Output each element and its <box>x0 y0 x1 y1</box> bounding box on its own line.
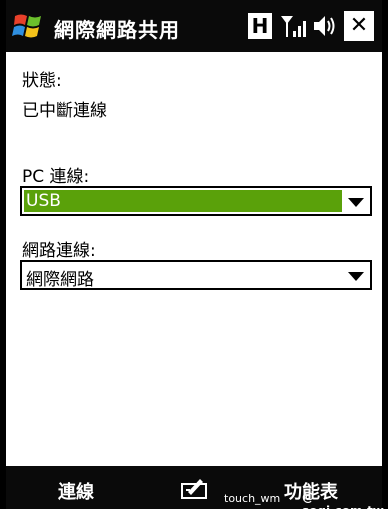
status-value: 已中斷連線 <box>22 101 107 121</box>
screen: 網際網路共用 H ✕ 狀態: 已中斷連線 PC 連線: USB 網路連線: 網際… <box>0 0 388 509</box>
windows-start-icon[interactable] <box>12 11 44 41</box>
watermark-left: touch_wm <box>224 492 281 505</box>
network-connection-value: 網際網路 <box>26 270 94 290</box>
soft-key-bar: 連線 功能表 touch_wm @ sogi.com.tw <box>6 466 384 509</box>
signal-strength-icon[interactable] <box>280 13 308 39</box>
chevron-down-icon <box>348 272 364 281</box>
pc-connection-dropdown[interactable]: USB <box>20 186 372 216</box>
speaker-icon[interactable] <box>312 13 338 39</box>
network-connection-dropdown[interactable]: 網際網路 <box>20 260 372 290</box>
connect-softkey[interactable]: 連線 <box>58 478 94 504</box>
hsdpa-icon[interactable]: H <box>248 13 272 39</box>
status-label: 狀態: <box>22 71 62 91</box>
watermark-right: @ sogi.com.tw <box>302 490 384 509</box>
chevron-down-icon <box>348 198 364 207</box>
network-connection-label: 網路連線: <box>22 241 96 261</box>
app-title: 網際網路共用 <box>54 18 180 42</box>
selection-highlight <box>24 190 342 212</box>
title-bar: 網際網路共用 H ✕ <box>6 0 382 52</box>
close-button[interactable]: ✕ <box>344 11 374 41</box>
pc-connection-label: PC 連線: <box>22 167 90 187</box>
input-panel-icon[interactable] <box>180 476 210 500</box>
pc-connection-value: USB <box>26 191 61 211</box>
